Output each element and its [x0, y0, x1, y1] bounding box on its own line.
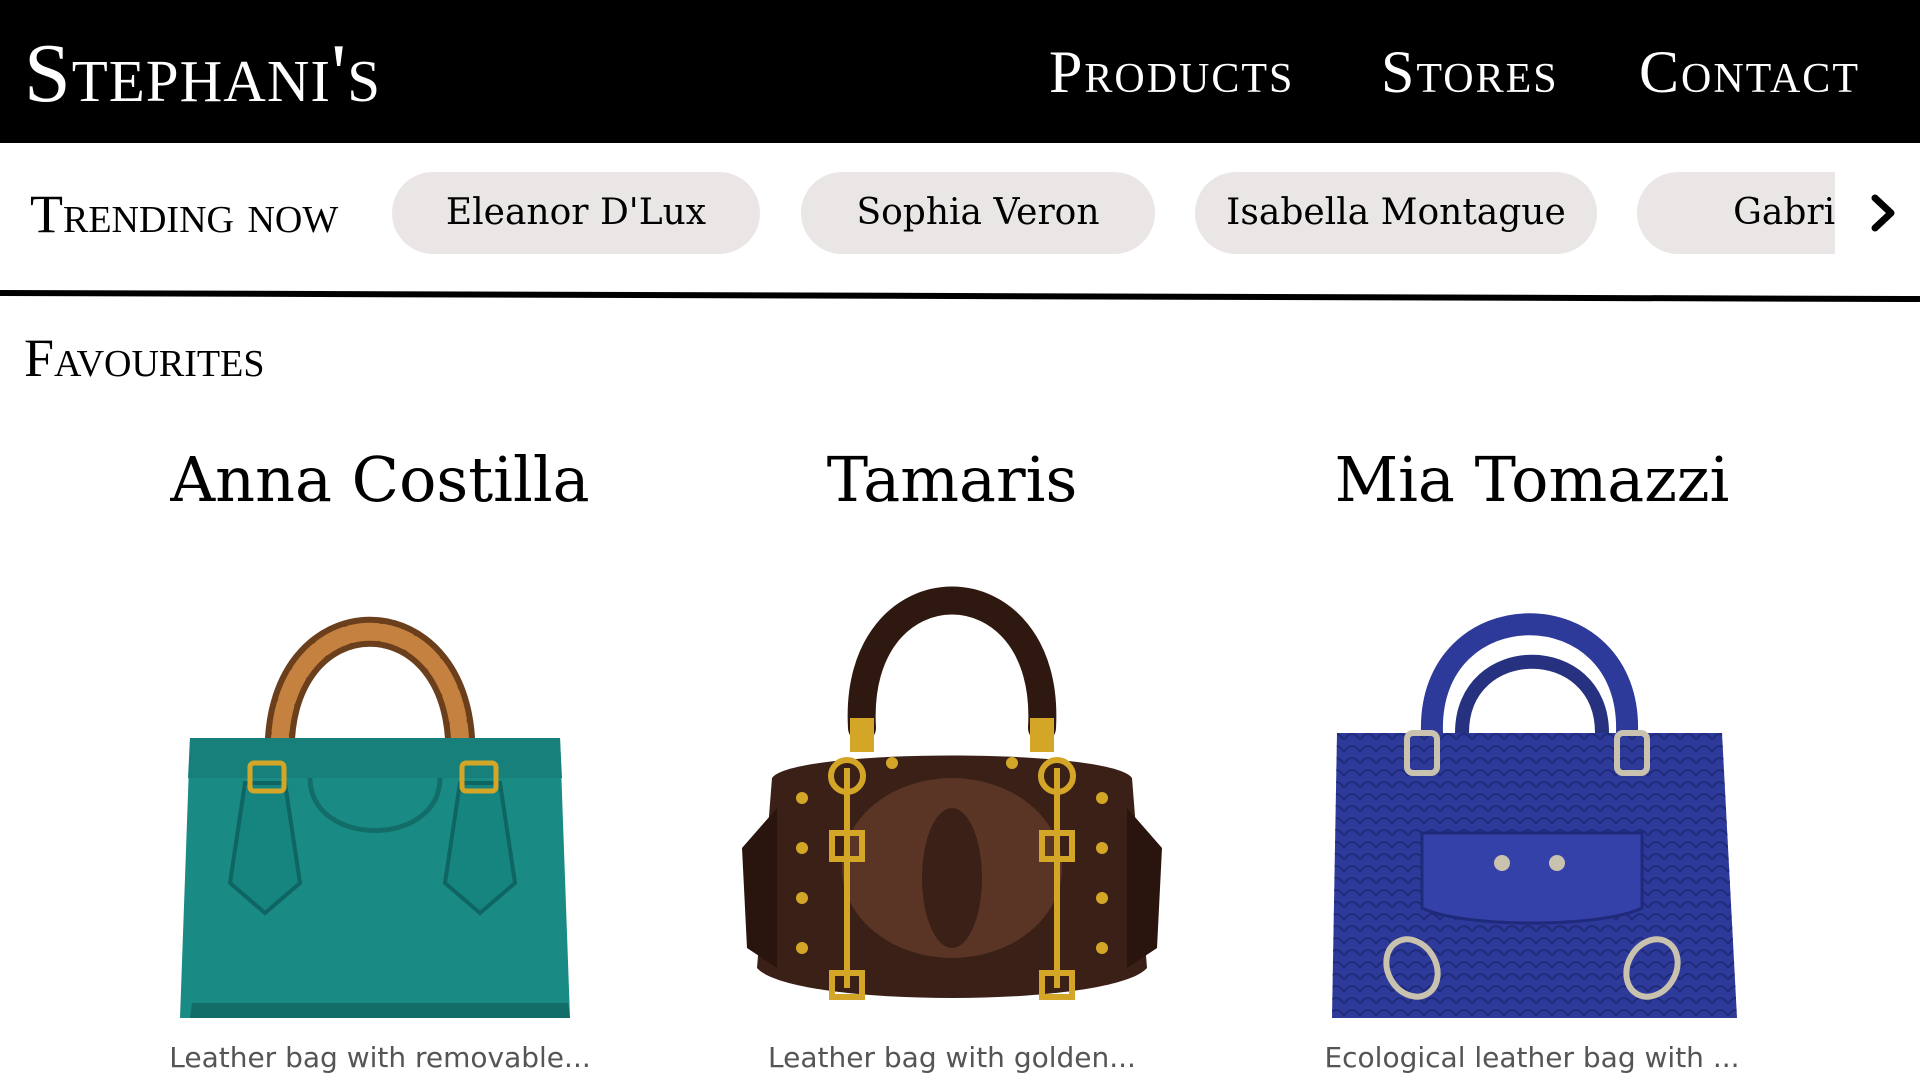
- product-card[interactable]: Mia Tomazzi Ecological leather bag with …: [1212, 430, 1852, 1080]
- teal-handbag-image[interactable]: [160, 548, 600, 1028]
- trending-chip[interactable]: Eleanor D'Lux: [392, 172, 760, 254]
- brown-croc-handbag-image[interactable]: [732, 548, 1172, 1028]
- site-logo[interactable]: Stephani's: [24, 26, 381, 122]
- product-name[interactable]: Mia Tomazzi: [1212, 440, 1852, 520]
- trending-chip[interactable]: Gabriella: [1637, 172, 1835, 254]
- nav-stores[interactable]: Stores: [1381, 42, 1559, 102]
- product-description: Ecological leather bag with ...: [1324, 1041, 1740, 1074]
- nav-products[interactable]: Products: [1049, 42, 1294, 102]
- trending-chip[interactable]: Isabella Montague: [1195, 172, 1597, 254]
- product-name[interactable]: Anna Costilla: [60, 440, 700, 520]
- product-description: Leather bag with golden...: [768, 1041, 1136, 1074]
- trending-chip[interactable]: Sophia Veron: [801, 172, 1155, 254]
- product-description: Leather bag with removable...: [169, 1041, 591, 1074]
- product-card[interactable]: Anna Costilla Leather bag with removable…: [60, 430, 700, 1080]
- nav-contact[interactable]: Contact: [1639, 42, 1860, 102]
- top-navigation-bar: Stephani's Products Stores Contact: [0, 0, 1920, 143]
- favourites-heading: Favourites: [24, 328, 265, 388]
- section-divider: [0, 290, 1920, 303]
- trending-chips-scroller: Eleanor D'Lux Sophia Veron Isabella Mont…: [392, 172, 1835, 254]
- blue-snakeskin-handbag-image[interactable]: [1312, 548, 1752, 1028]
- trending-label: Trending now: [30, 184, 339, 244]
- product-name[interactable]: Tamaris: [632, 440, 1272, 520]
- chevron-right-icon[interactable]: [1860, 190, 1906, 236]
- product-card[interactable]: Tamaris Leather bag with golden...: [632, 430, 1272, 1080]
